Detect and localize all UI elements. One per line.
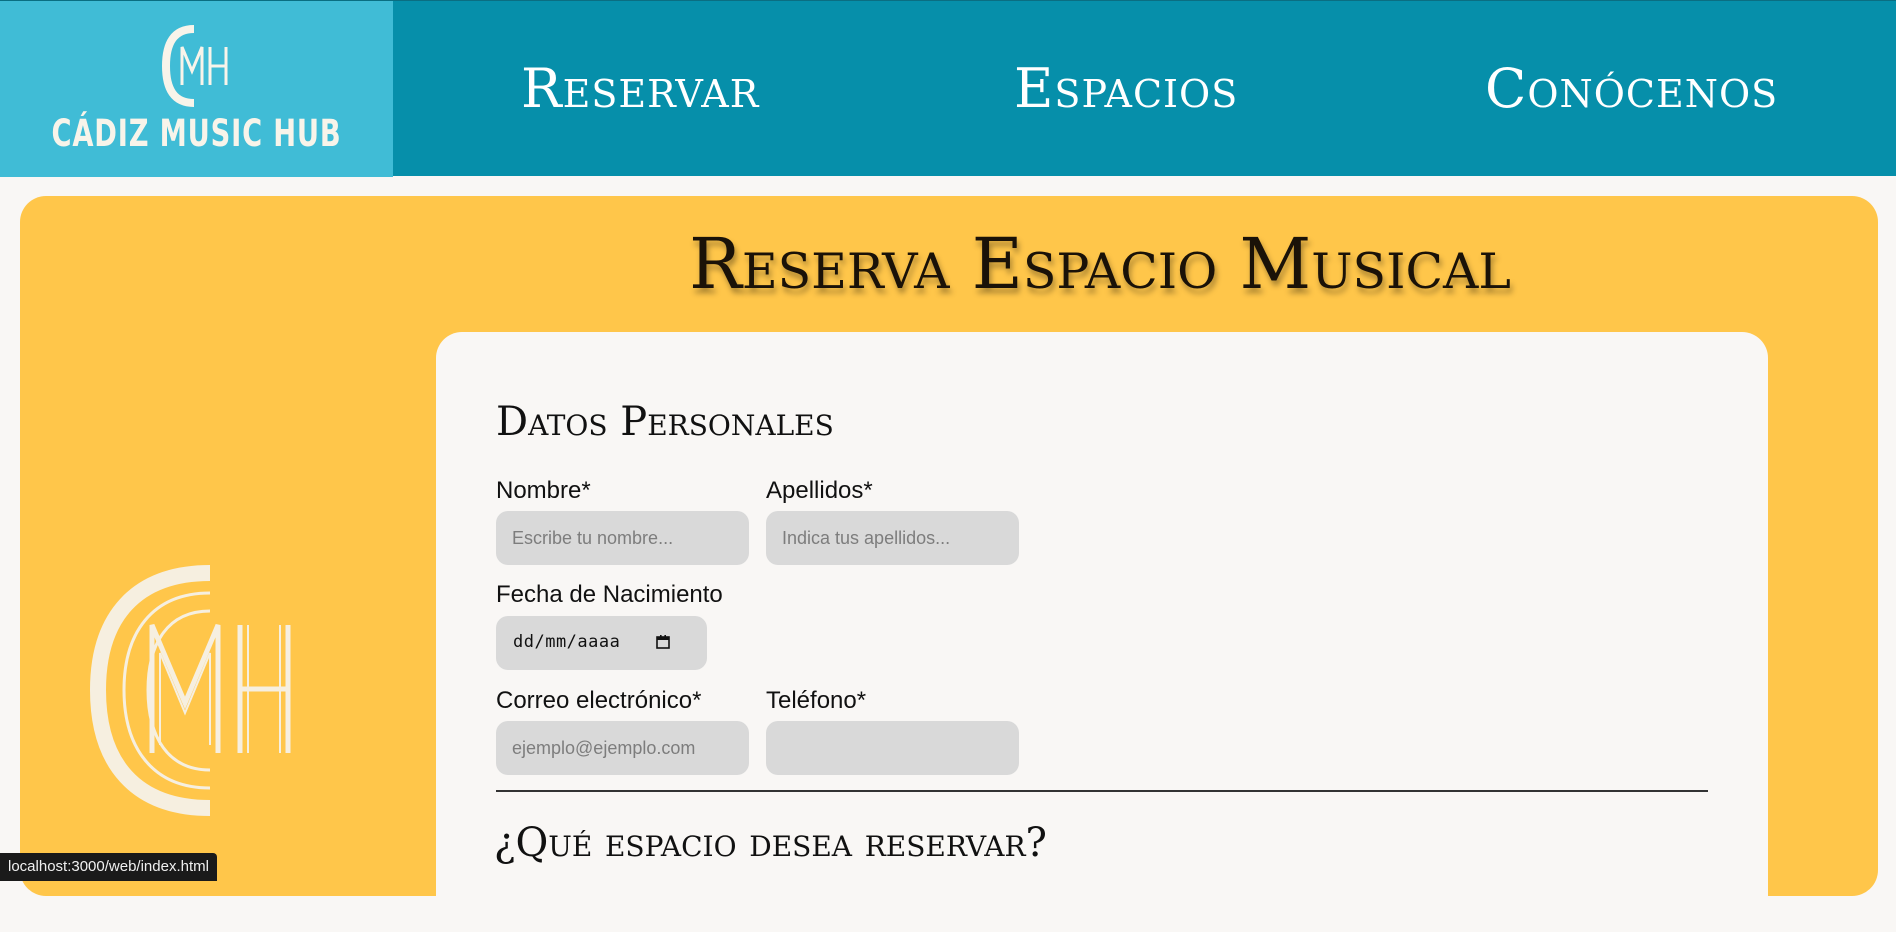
telefono-label: Teléfono* xyxy=(766,687,867,714)
section-title-espacio: ¿Qué espacio desea reservar? xyxy=(494,820,1047,866)
section-divider xyxy=(496,790,1708,792)
cmh-monogram-icon xyxy=(90,565,291,816)
site-logo[interactable]: CÁDIZ MUSIC HUB xyxy=(0,1,393,177)
nombre-label: Nombre* xyxy=(496,477,591,504)
section-title-personal: Datos Personales xyxy=(496,399,834,445)
cmh-monogram-icon xyxy=(161,25,228,107)
apellidos-label: Apellidos* xyxy=(766,477,873,504)
apellidos-input[interactable] xyxy=(766,511,1019,565)
fecha-input[interactable]: dd/mm/aaaa xyxy=(496,616,707,670)
logo-text: CÁDIZ MUSIC HUB xyxy=(51,112,342,155)
top-navigation-bar: CÁDIZ MUSIC HUB Reservar Espacios Conóce… xyxy=(0,0,1896,177)
link-status-bar: localhost:3000/web/index.html xyxy=(0,853,217,881)
nav-reservar[interactable]: Reservar xyxy=(521,51,759,127)
correo-label: Correo electrónico* xyxy=(496,687,702,714)
telefono-input[interactable] xyxy=(766,721,1019,775)
correo-input[interactable] xyxy=(496,721,749,775)
calendar-icon[interactable] xyxy=(656,635,670,649)
nav-conocenos[interactable]: Conócenos xyxy=(1485,51,1778,127)
fecha-label: Fecha de Nacimiento xyxy=(496,581,723,608)
fecha-value: dd/mm/aaaa xyxy=(513,632,621,652)
nombre-input[interactable] xyxy=(496,511,749,565)
nav-espacios[interactable]: Espacios xyxy=(1014,51,1238,127)
page-title: Reserva Espacio Musical xyxy=(689,223,1511,305)
